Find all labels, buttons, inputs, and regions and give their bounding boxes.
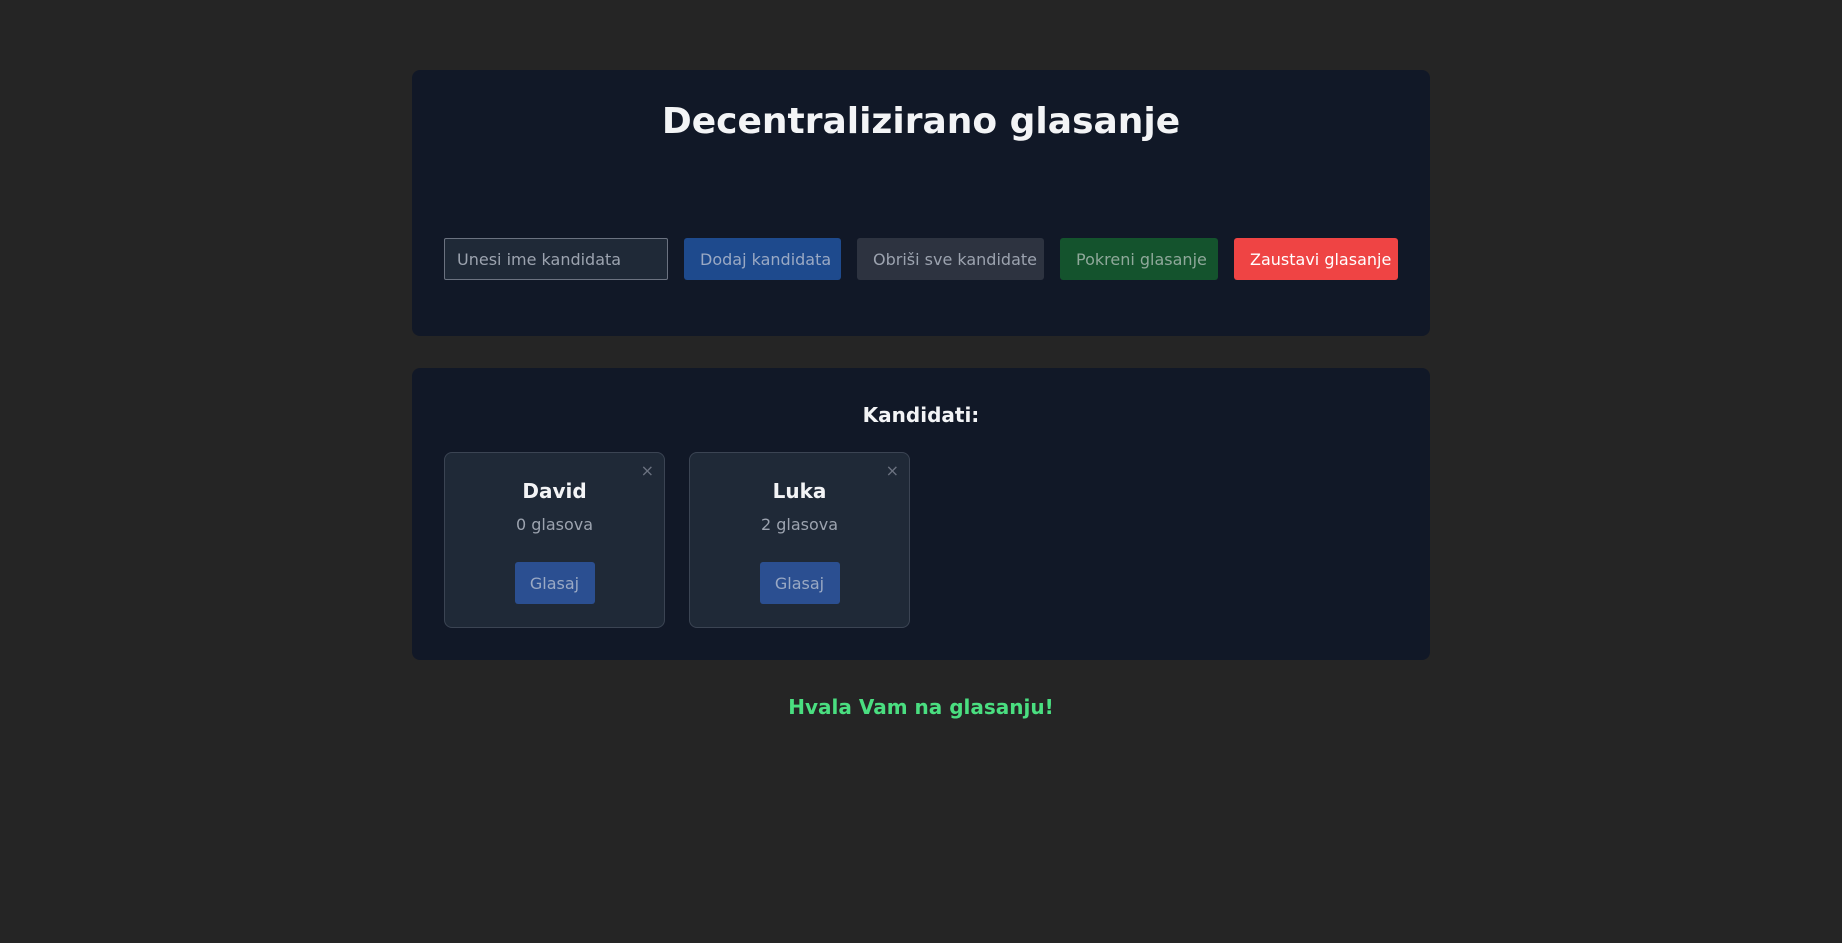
candidate-name: Luka — [772, 479, 827, 503]
remove-candidate-icon[interactable]: × — [641, 463, 654, 479]
start-voting-button[interactable]: Pokreni glasanje — [1060, 238, 1218, 280]
vote-button[interactable]: Glasaj — [759, 562, 840, 604]
page-title: Decentralizirano glasanje — [661, 101, 1181, 142]
candidate-name: David — [522, 479, 587, 503]
candidates-heading: Kandidati: — [862, 403, 980, 427]
stop-voting-button[interactable]: Zaustavi glasanje — [1234, 238, 1398, 280]
candidate-votes: 2 glasova — [760, 515, 839, 534]
vote-button[interactable]: Glasaj — [514, 562, 595, 604]
candidate-votes: 0 glasova — [515, 515, 594, 534]
add-candidate-button[interactable]: Dodaj kandidata — [684, 238, 841, 280]
voting-app: Decentralizirano glasanje Dodaj kandidat… — [0, 0, 1842, 943]
thank-you-message: Hvala Vam na glasanju! — [788, 695, 1054, 719]
controls-toolbar: Dodaj kandidata Obriši sve kandidate Pok… — [444, 238, 1398, 280]
candidate-name-input[interactable] — [444, 238, 668, 280]
candidate-card: × David 0 glasova Glasaj — [444, 452, 665, 628]
remove-candidate-icon[interactable]: × — [886, 463, 899, 479]
candidate-card: × Luka 2 glasova Glasaj — [689, 452, 910, 628]
clear-candidates-button[interactable]: Obriši sve kandidate — [857, 238, 1044, 280]
